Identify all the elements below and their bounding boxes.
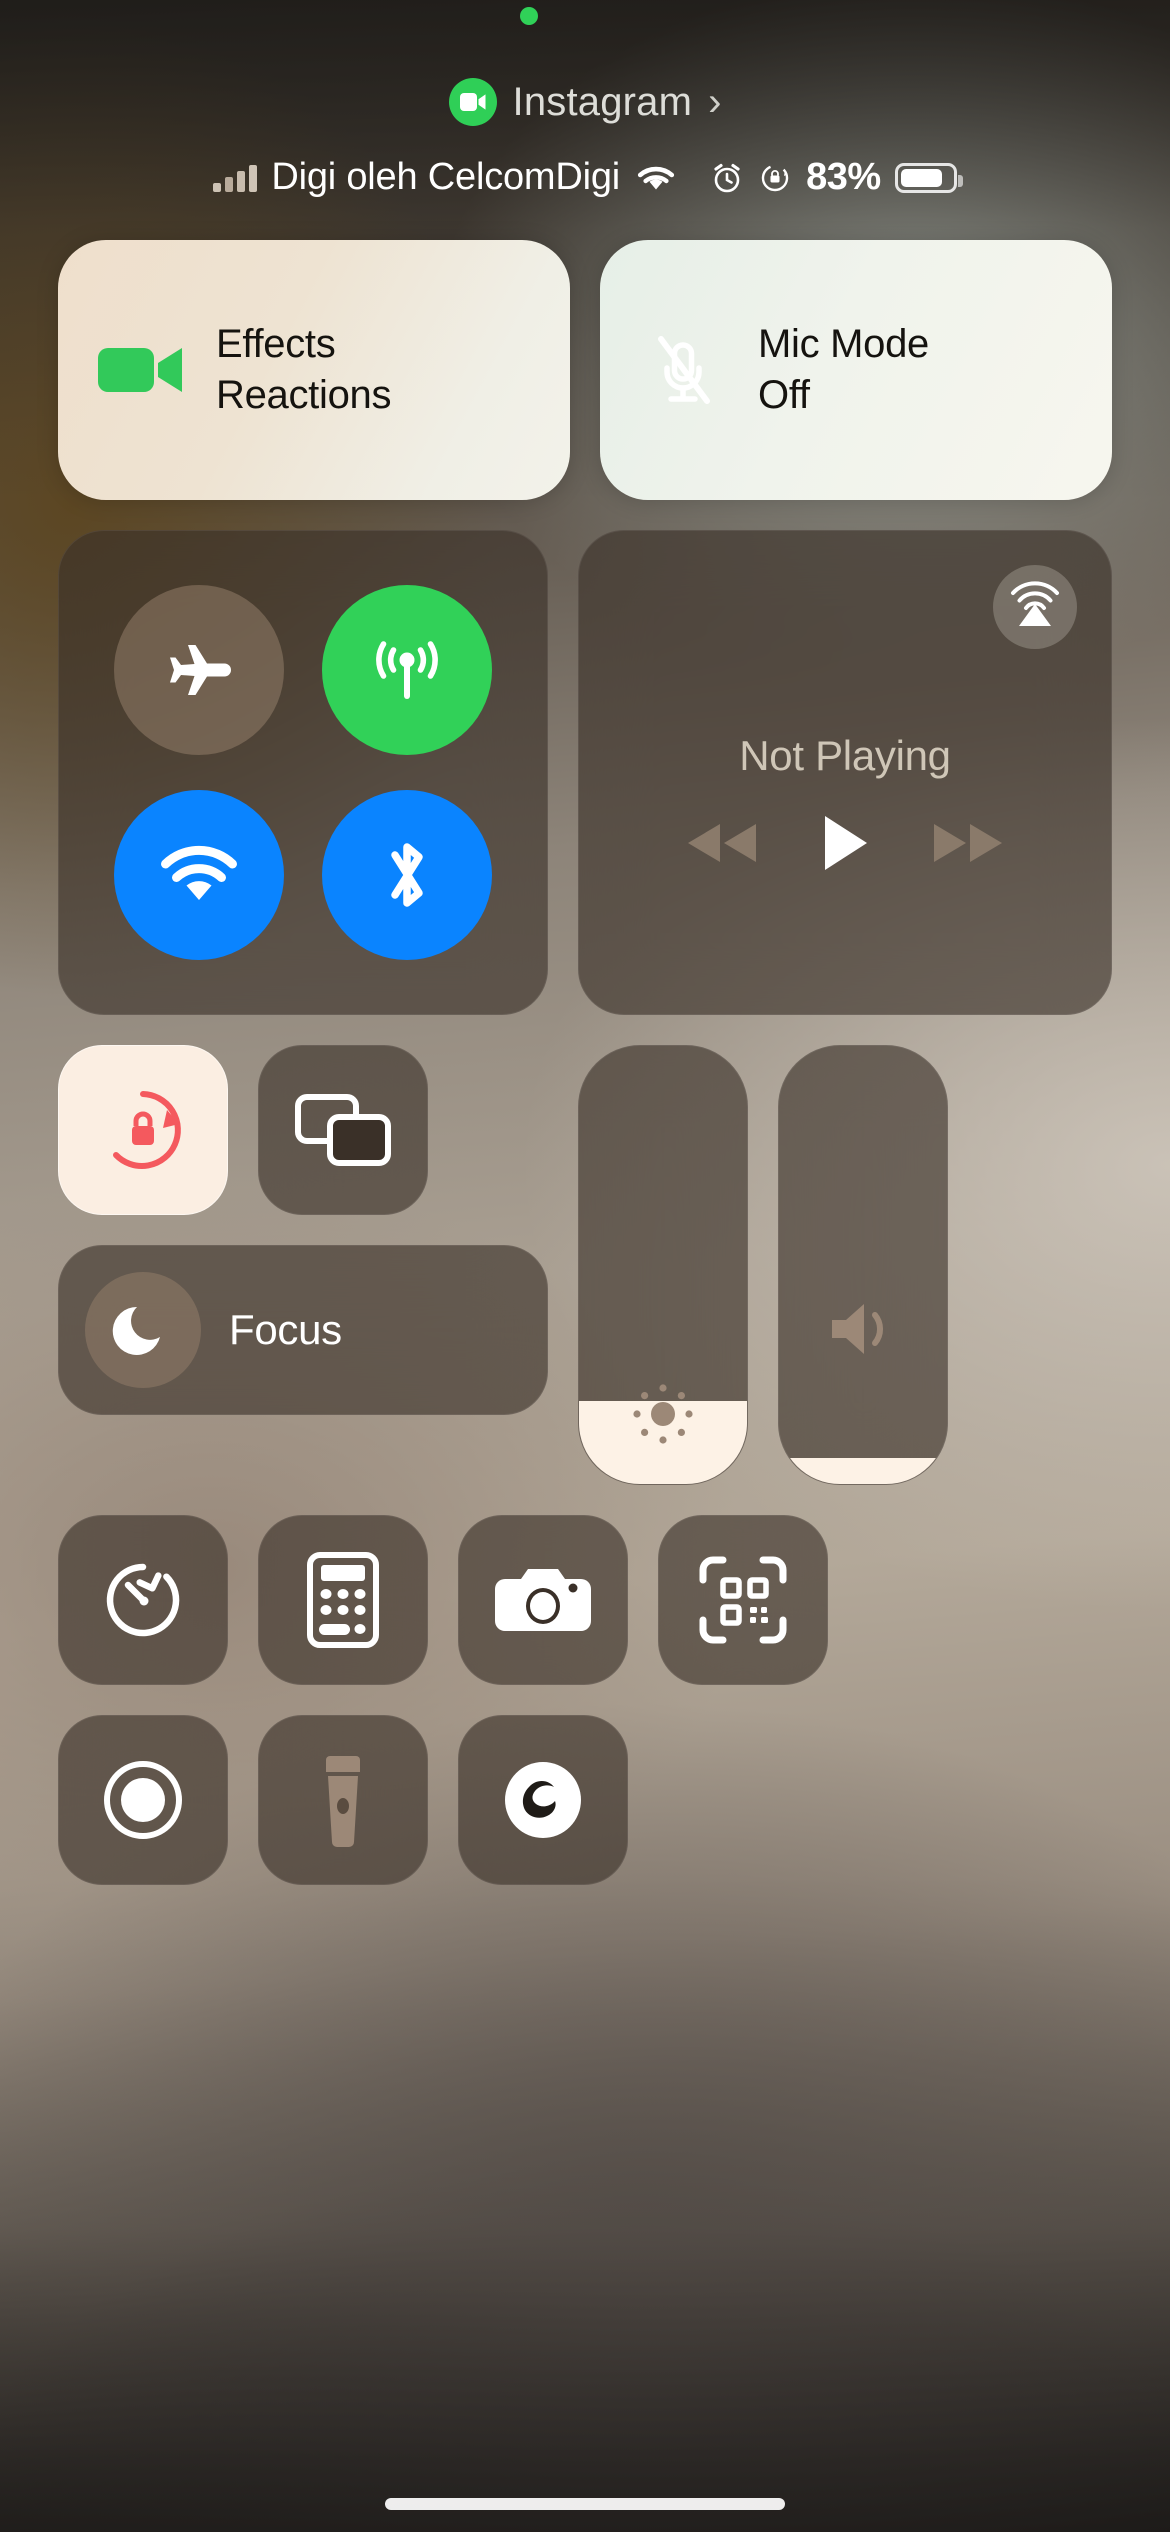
active-app-name: Instagram — [512, 79, 693, 124]
screen-mirroring-toggle[interactable] — [258, 1045, 428, 1215]
speaker-icon — [779, 1296, 947, 1362]
mic-mode-card-title: Mic Mode — [758, 322, 929, 366]
battery-percentage: 83% — [806, 156, 881, 198]
screen-record-shortcut[interactable] — [58, 1715, 228, 1885]
calculator-shortcut[interactable] — [258, 1515, 428, 1685]
brightness-icon — [579, 1376, 747, 1452]
screen-record-icon — [97, 1754, 189, 1846]
alarm-clock-icon — [710, 161, 744, 195]
video-camera-icon — [98, 342, 184, 398]
airplay-audio-icon — [1006, 580, 1064, 634]
focus-label: Focus — [229, 1306, 342, 1353]
flashlight-icon — [315, 1750, 371, 1850]
media-playback-module: Not Playing — [578, 530, 1112, 1015]
forward-icon — [931, 820, 1005, 866]
video-camera-icon — [448, 78, 497, 126]
screen-mirroring-icon — [293, 1091, 393, 1169]
shortcuts-row-2 — [58, 1715, 1112, 1885]
play-icon — [821, 814, 869, 872]
airplay-audio-button[interactable] — [993, 565, 1077, 649]
effects-card-title: Effects — [216, 322, 336, 366]
shazam-shortcut[interactable] — [458, 1715, 628, 1885]
control-center-screen: Instagram › Digi oleh CelcomDigi 83% Eff… — [0, 0, 1170, 2532]
airplane-mode-toggle[interactable] — [114, 584, 284, 755]
rewind-icon — [685, 820, 759, 866]
volume-slider[interactable] — [778, 1045, 948, 1485]
moon-icon — [85, 1272, 201, 1388]
bluetooth-toggle[interactable] — [322, 790, 492, 961]
rewind-button[interactable] — [685, 820, 759, 866]
chevron-right-icon[interactable]: › — [708, 82, 721, 122]
wifi-icon — [156, 842, 242, 908]
timer-icon — [98, 1555, 188, 1645]
connectivity-module — [58, 530, 548, 1015]
play-button[interactable] — [821, 814, 869, 872]
control-center-grid: Effects Reactions Mic Mode Off Not Playi… — [58, 240, 1112, 1885]
timer-shortcut[interactable] — [58, 1515, 228, 1685]
effects-card-subtitle: Reactions — [216, 373, 392, 417]
code-scanner-shortcut[interactable] — [658, 1515, 828, 1685]
status-bar: Digi oleh CelcomDigi 83% — [0, 156, 1170, 199]
media-transport-controls — [685, 814, 1005, 872]
empty-slot — [658, 1715, 828, 1885]
battery-icon — [894, 162, 963, 193]
mic-off-icon — [640, 333, 726, 407]
active-app-pill[interactable]: Instagram › — [0, 78, 1170, 126]
media-status-text: Not Playing — [739, 731, 951, 779]
focus-toggle[interactable]: Focus — [58, 1245, 548, 1415]
forward-button[interactable] — [931, 820, 1005, 866]
effects-card[interactable]: Effects Reactions — [58, 240, 570, 500]
airplane-icon — [161, 632, 237, 708]
rotation-lock-toggle[interactable] — [58, 1045, 228, 1215]
battery-fill — [900, 168, 943, 187]
mic-mode-card-subtitle: Off — [758, 373, 810, 417]
wifi-toggle[interactable] — [114, 790, 284, 961]
cellular-signal-icon — [213, 164, 258, 192]
volume-slider-fill — [779, 1457, 947, 1484]
home-indicator[interactable] — [385, 2498, 785, 2510]
carrier-name: Digi oleh CelcomDigi — [271, 156, 621, 198]
camera-shortcut[interactable] — [458, 1515, 628, 1685]
shortcuts-row-1 — [58, 1515, 1112, 1685]
calculator-icon — [307, 1552, 379, 1648]
call-controls-row: Effects Reactions Mic Mode Off — [58, 240, 1112, 500]
privacy-recording-indicator — [520, 7, 538, 25]
cellular-tower-icon — [365, 628, 449, 712]
wifi-icon — [634, 162, 678, 194]
bluetooth-icon — [379, 833, 435, 917]
camera-icon — [493, 1561, 593, 1639]
mic-mode-card[interactable]: Mic Mode Off — [600, 240, 1112, 500]
brightness-slider[interactable] — [578, 1045, 748, 1485]
rotation-lock-icon — [95, 1082, 191, 1178]
qr-code-scanner-icon — [697, 1554, 789, 1646]
shazam-icon — [497, 1754, 589, 1846]
cellular-data-toggle[interactable] — [322, 584, 492, 755]
flashlight-shortcut[interactable] — [258, 1715, 428, 1885]
rotation-lock-icon — [758, 161, 792, 195]
